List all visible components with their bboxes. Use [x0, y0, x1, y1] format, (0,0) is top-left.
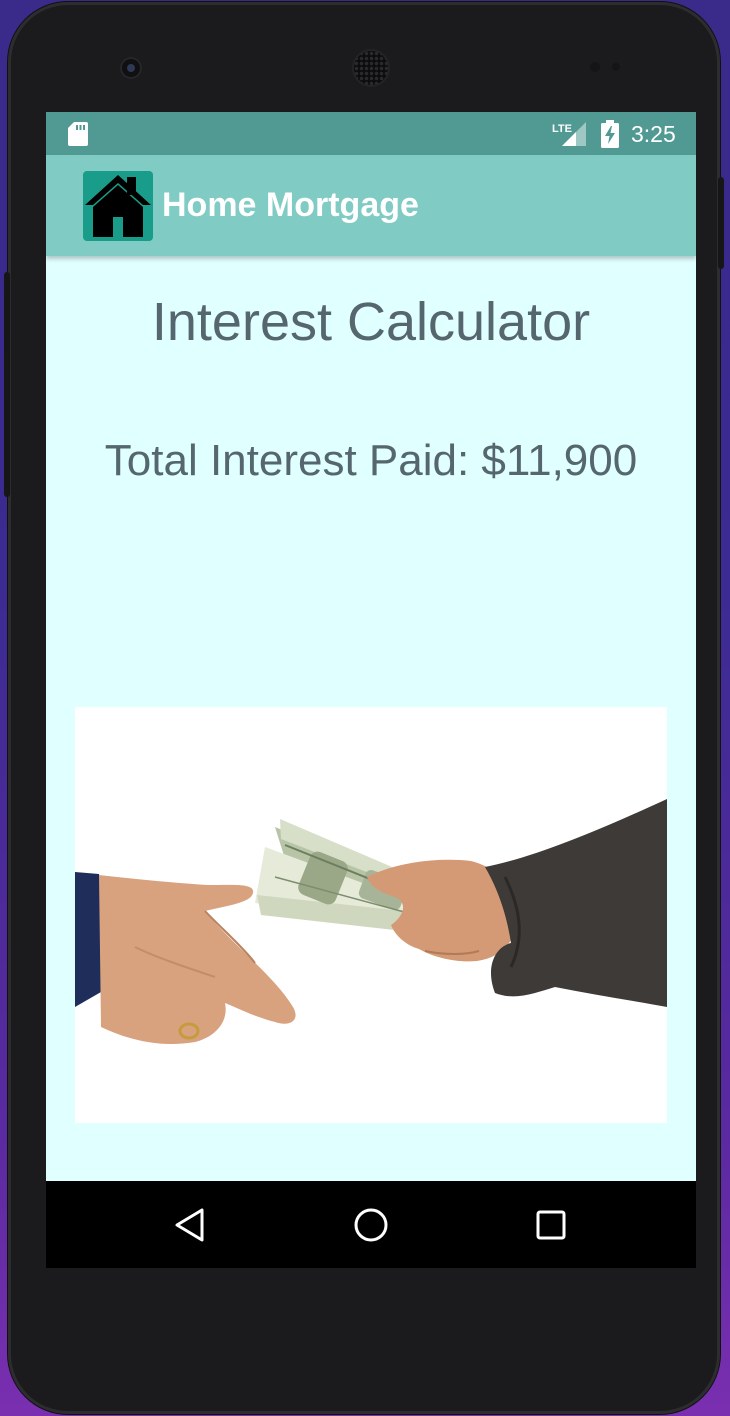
page-title: Interest Calculator: [151, 292, 591, 352]
battery-charging-icon: [601, 120, 619, 148]
phone-frame: LTE 3:25 Home Mortgage Interest Calculat…: [4, 2, 724, 1414]
screen: LTE 3:25 Home Mortgage Interest Calculat…: [46, 112, 696, 1268]
earpiece-speaker: [354, 51, 388, 85]
light-sensor: [612, 63, 620, 71]
front-camera: [122, 59, 140, 77]
back-icon[interactable]: [171, 1205, 211, 1245]
home-icon[interactable]: [351, 1205, 391, 1245]
power-button: [718, 177, 724, 269]
app-bar: Home Mortgage: [46, 155, 696, 256]
house-icon: [83, 171, 153, 241]
lte-signal-icon: LTE: [552, 122, 586, 146]
recents-icon[interactable]: [531, 1205, 571, 1245]
app-title: Home Mortgage: [162, 186, 419, 224]
proximity-sensor: [590, 62, 600, 72]
navigation-bar: [46, 1181, 696, 1268]
total-interest-text: Total Interest Paid: $11,900: [104, 436, 638, 485]
status-clock: 3:25: [631, 121, 676, 147]
lte-label: LTE: [552, 123, 572, 135]
sd-card-icon: [68, 122, 88, 146]
money-handoff-image: [75, 707, 667, 1123]
volume-button: [4, 272, 10, 497]
status-bar: LTE 3:25: [46, 112, 696, 155]
